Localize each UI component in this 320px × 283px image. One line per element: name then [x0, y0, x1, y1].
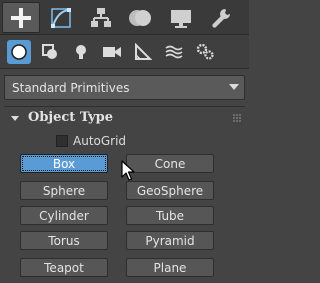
display-monitor-icon [171, 9, 191, 28]
cone-button[interactable]: Cone [126, 154, 214, 173]
geometry-category[interactable] [7, 40, 31, 64]
tube-button[interactable]: Tube [126, 206, 214, 225]
autogrid-option: AutoGrid [56, 134, 126, 148]
teapot-button[interactable]: Teapot [20, 258, 108, 277]
command-panel-tabs [0, 0, 249, 35]
shapes-icon [42, 44, 57, 59]
rollout-title: Object Type [28, 110, 113, 125]
cylinder-button[interactable]: Cylinder [20, 206, 108, 225]
torus-button[interactable]: Torus [20, 231, 108, 250]
autogrid-checkbox[interactable] [56, 135, 68, 147]
lightbulb-icon [76, 45, 86, 59]
camera-icon [103, 47, 121, 57]
chevron-down-icon [229, 84, 239, 90]
create-tab[interactable] [2, 2, 40, 33]
primitive-type-dropdown[interactable]: Standard Primitives [4, 75, 245, 100]
motion-tab[interactable] [122, 2, 160, 33]
object-type-rollout: Object Type AutoGrid Box Cone Sphere Geo… [4, 106, 245, 283]
dropdown-value: Standard Primitives [12, 81, 130, 95]
hierarchy-tab[interactable] [82, 2, 120, 33]
sphere-button[interactable]: Sphere [20, 181, 108, 200]
shapes-category[interactable] [38, 40, 62, 64]
category-toolbar [0, 35, 249, 69]
grip-icon[interactable] [233, 114, 241, 122]
modify-curve-icon [51, 7, 71, 28]
modify-tab[interactable] [42, 2, 80, 33]
gears-icon [196, 43, 214, 60]
space-warps-category[interactable] [162, 40, 186, 64]
wrench-icon [212, 8, 230, 28]
pyramid-button[interactable]: Pyramid [126, 231, 214, 250]
systems-category[interactable] [193, 40, 217, 64]
mouse-pointer-icon [121, 160, 135, 181]
plane-button[interactable]: Plane [126, 258, 214, 277]
collapse-triangle-icon [11, 116, 19, 121]
box-button[interactable]: Box [20, 154, 108, 173]
autogrid-label: AutoGrid [73, 134, 127, 148]
cameras-category[interactable] [100, 40, 124, 64]
sphere-icon [11, 44, 27, 60]
helpers-category[interactable] [131, 40, 155, 64]
utilities-tab[interactable] [202, 2, 240, 33]
display-tab[interactable] [162, 2, 200, 33]
helper-ruler-icon [135, 43, 152, 60]
rollout-header[interactable]: Object Type [4, 107, 245, 129]
geosphere-button[interactable]: GeoSphere [126, 181, 214, 200]
lights-category[interactable] [69, 40, 93, 64]
plus-icon [11, 7, 31, 28]
motion-icon [129, 9, 151, 26]
hierarchy-icon [91, 7, 111, 27]
wave-icon [165, 45, 183, 59]
